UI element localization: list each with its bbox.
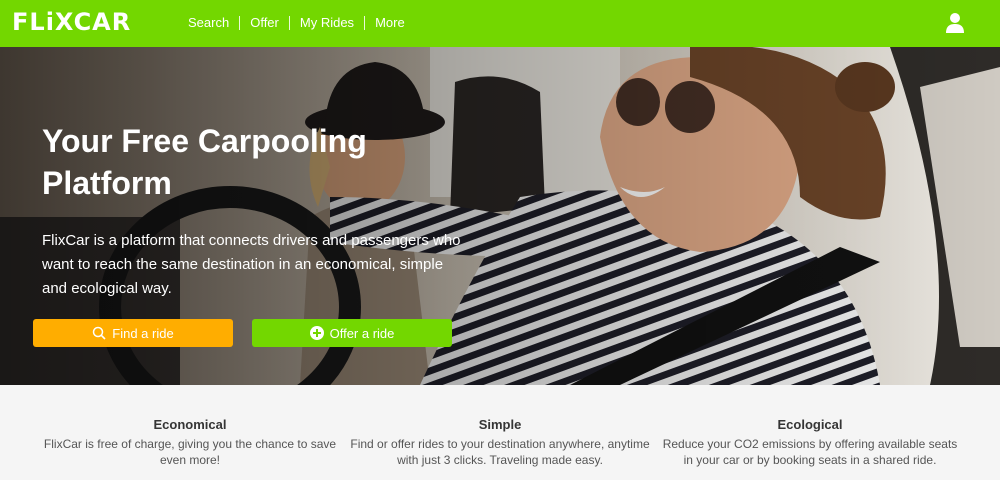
main-nav: Search Offer My Rides More [178,15,415,31]
feature-simple: Simple Find or offer rides to your desti… [350,417,650,468]
hero-title: Your Free Carpooling Platform [42,123,367,201]
hero-description: FlixCar is a platform that connects driv… [42,232,461,297]
feature-text: Reduce your CO2 emissions by offering av… [662,437,958,467]
features-section: Economical FlixCar is free of charge, gi… [0,385,1000,480]
offer-ride-label: Offer a ride [329,325,395,341]
nav-offer[interactable]: Offer [240,15,289,31]
nav-divider [364,16,366,30]
flixcar-logo[interactable]: FLiXCAR [12,8,131,36]
find-ride-label: Find a ride [112,325,174,341]
nav-more[interactable]: More [365,15,415,31]
feature-text: FlixCar is free of charge, giving you th… [43,437,337,467]
nav-search[interactable]: Search [178,15,239,31]
feature-title: Simple [478,417,522,432]
nav-my-rides[interactable]: My Rides [290,15,364,31]
nav-divider [288,16,290,30]
top-navigation-bar: FLiXCAR Search Offer My Rides More [0,0,1000,47]
find-ride-button[interactable]: Find a ride [33,319,233,347]
hero-section: Your Free Carpooling Platform FlixCar is… [0,47,1000,385]
feature-text: Find or offer rides to your destination … [350,437,650,467]
offer-ride-button[interactable]: Offer a ride [252,319,452,347]
feature-ecological: Ecological Reduce your CO2 emissions by … [660,417,960,468]
plus-circle-icon [309,326,324,340]
feature-title: Economical [153,417,227,432]
feature-economical: Economical FlixCar is free of charge, gi… [40,417,340,468]
search-icon [92,326,106,340]
user-icon[interactable] [945,12,965,34]
feature-title: Ecological [777,417,843,432]
nav-divider [239,16,241,30]
